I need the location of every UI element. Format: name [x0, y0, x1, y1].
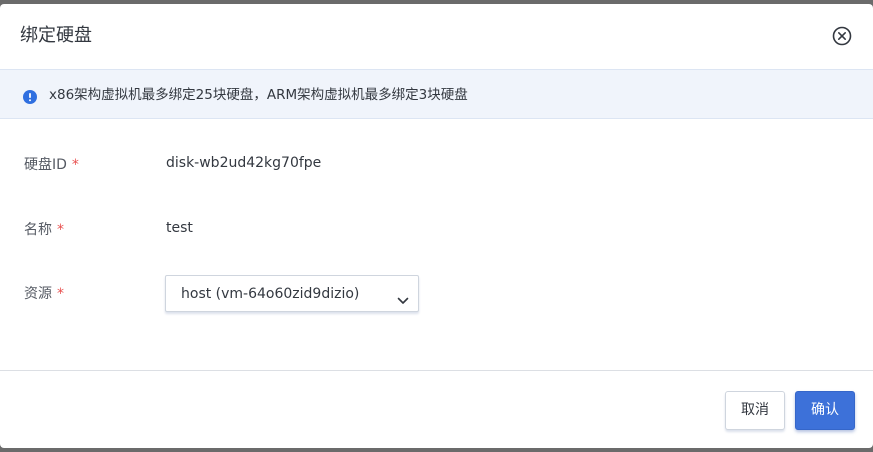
required-mark: *: [57, 286, 64, 302]
info-notice: x86架构虚拟机最多绑定25块硬盘，ARM架构虚拟机最多绑定3块硬盘: [0, 69, 873, 119]
cancel-button[interactable]: 取消: [725, 391, 785, 430]
dialog-header: 绑定硬盘: [0, 4, 873, 69]
resource-select-value: host (vm-64o60zid9dizio): [181, 286, 360, 302]
dialog-footer: 取消 确认: [0, 370, 873, 448]
form-row-disk-id: 硬盘ID * disk-wb2ud42kg70fpe: [0, 153, 873, 193]
name-value: test: [166, 220, 193, 236]
disk-id-label: 硬盘ID *: [24, 155, 79, 175]
resource-label: 资源 *: [24, 284, 64, 304]
chevron-down-icon: [397, 290, 409, 304]
close-icon[interactable]: [832, 26, 852, 46]
required-mark: *: [57, 222, 64, 238]
resource-label-text: 资源: [24, 286, 52, 302]
notice-text: x86架构虚拟机最多绑定25块硬盘，ARM架构虚拟机最多绑定3块硬盘: [49, 87, 468, 103]
form-row-resource: 资源 * host (vm-64o60zid9dizio): [0, 275, 873, 315]
name-label: 名称 *: [24, 220, 64, 240]
resource-select[interactable]: host (vm-64o60zid9dizio): [165, 275, 419, 312]
dialog-title: 绑定硬盘: [20, 25, 92, 46]
required-mark: *: [71, 157, 79, 173]
info-circle-icon: [23, 89, 37, 104]
form-row-name: 名称 * test: [0, 218, 873, 258]
name-label-text: 名称: [24, 222, 52, 238]
bind-disk-dialog: 绑定硬盘 x86架构虚拟机最多绑定25块硬盘，ARM架构虚拟机最多绑定3块硬盘 …: [0, 4, 873, 448]
disk-id-label-text: 硬盘ID: [24, 157, 67, 173]
confirm-button[interactable]: 确认: [795, 391, 855, 430]
disk-id-value: disk-wb2ud42kg70fpe: [166, 155, 322, 171]
